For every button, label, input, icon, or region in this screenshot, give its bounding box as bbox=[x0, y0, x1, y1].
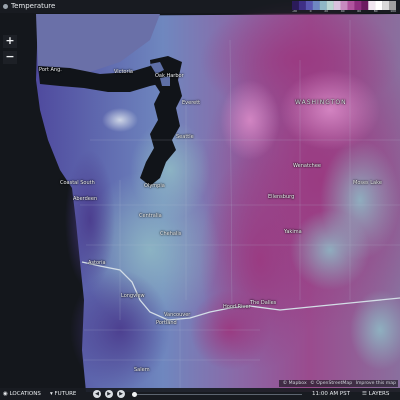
temperature-map[interactable] bbox=[0, 0, 400, 400]
attribution-mapbox-link[interactable]: © Mapbox bbox=[283, 381, 307, 386]
location-pin-icon: ◉ bbox=[3, 391, 8, 397]
legend-label: -20 bbox=[292, 9, 297, 13]
place-label-moses-lake: Moses Lake bbox=[353, 180, 382, 186]
future-button[interactable]: ▾ FUTURE bbox=[50, 388, 76, 400]
place-label-everett: Everett bbox=[182, 100, 201, 106]
layers-button[interactable]: ☰ LAYERS bbox=[362, 388, 389, 400]
title-text: Temperature bbox=[11, 2, 56, 10]
legend-label: 40 bbox=[340, 9, 345, 13]
step-forward-button[interactable]: ▶ bbox=[117, 390, 125, 398]
place-label-wenatchee: Wenatchee bbox=[293, 163, 321, 169]
legend-label: 60 bbox=[357, 9, 362, 13]
legend-label: 0 bbox=[309, 9, 312, 13]
place-label-seattle: Seattle bbox=[176, 134, 194, 140]
place-label-chehalis: Chehalis bbox=[160, 231, 182, 237]
place-label-oak-harbor: Oak Harbor bbox=[155, 73, 184, 79]
place-label-aberdeen: Aberdeen bbox=[73, 196, 98, 202]
place-label-portland: Portland bbox=[156, 320, 177, 326]
zoom-in-button[interactable]: + bbox=[3, 35, 17, 48]
place-label-astoria: Astoria bbox=[88, 260, 106, 266]
place-label-vancouver: Vancouver bbox=[164, 312, 191, 318]
place-label-coastal-south: Coastal South bbox=[60, 180, 95, 186]
chevron-down-icon: ▾ bbox=[50, 391, 53, 397]
place-label-ellensburg: Ellensburg bbox=[268, 194, 295, 200]
bottom-bar: ◉ LOCATIONS ▾ FUTURE ◀ ▶ ▶ 11:00 AM PST … bbox=[0, 388, 400, 400]
improve-map-link[interactable]: Improve this map bbox=[356, 381, 396, 386]
legend-labels: -20 0 20 40 60 80 100 bbox=[292, 9, 396, 14]
play-button[interactable]: ▶ bbox=[105, 390, 113, 398]
locations-label: LOCATIONS bbox=[9, 391, 41, 397]
map-attribution: © Mapbox © OpenStreetMap Improve this ma… bbox=[278, 380, 398, 387]
current-time: 11:00 AM PST bbox=[312, 391, 351, 397]
place-label-hood-river: Hood River bbox=[223, 304, 251, 310]
zoom-out-button[interactable]: − bbox=[3, 51, 17, 64]
timeline-track[interactable] bbox=[132, 393, 302, 395]
place-label-centralia: Centralia bbox=[139, 213, 162, 219]
place-label-port-angeles: Port Ang. bbox=[39, 67, 62, 73]
state-label: WASHINGTON bbox=[295, 99, 347, 106]
timeline-handle[interactable] bbox=[132, 391, 137, 397]
layers-label: LAYERS bbox=[368, 391, 390, 397]
layers-icon: ☰ bbox=[362, 391, 367, 397]
step-back-button[interactable]: ◀ bbox=[93, 390, 101, 398]
attribution-osm-link[interactable]: © OpenStreetMap bbox=[310, 381, 352, 386]
legend-label: 20 bbox=[324, 9, 329, 13]
place-label-victoria: Victoria bbox=[114, 69, 133, 75]
locations-button[interactable]: ◉ LOCATIONS bbox=[3, 388, 41, 400]
place-label-the-dalles: The Dalles bbox=[250, 300, 277, 306]
place-label-yakima: Yakima bbox=[284, 229, 302, 235]
future-label: FUTURE bbox=[54, 391, 77, 397]
place-label-longview: Longview bbox=[121, 293, 145, 299]
legend-label: 80 bbox=[373, 9, 378, 13]
map-title: Temperature bbox=[3, 0, 55, 13]
weather-map-app: Temperature -20 0 20 40 60 80 100 + − Po… bbox=[0, 0, 400, 400]
place-label-salem: Salem bbox=[134, 367, 150, 373]
legend-label: 100 bbox=[390, 9, 396, 13]
place-label-olympia: Olympia bbox=[144, 183, 165, 189]
layer-indicator-icon bbox=[3, 3, 8, 9]
